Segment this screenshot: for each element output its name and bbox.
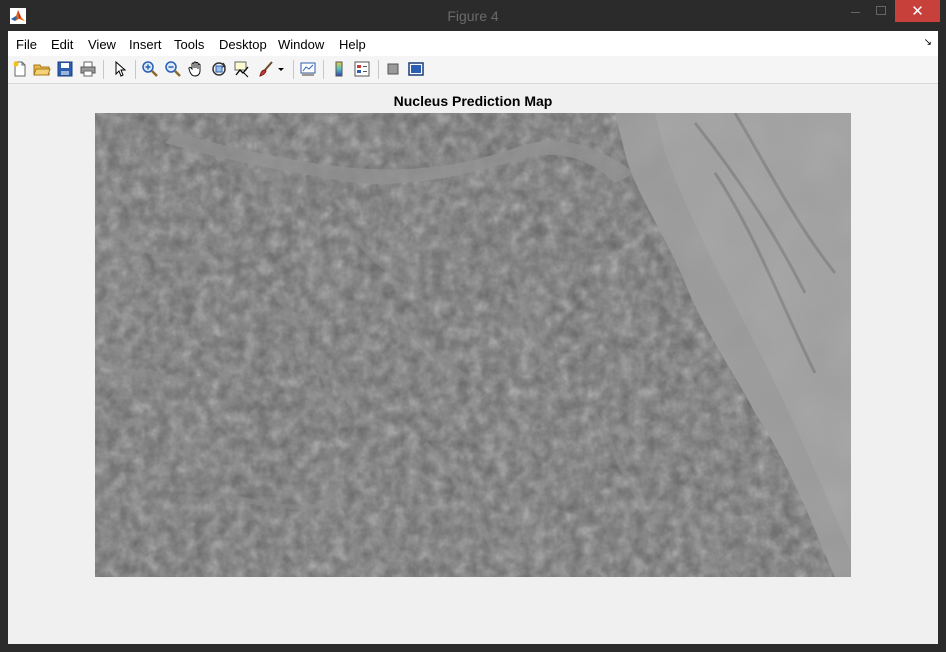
close-icon: ✕ [911, 2, 924, 20]
hand-pan-icon[interactable] [187, 60, 205, 78]
toolbar-separator [135, 60, 136, 79]
menu-help[interactable]: Help [339, 37, 366, 52]
window-title: Figure 4 [447, 8, 499, 24]
toolbar-separator [103, 60, 104, 79]
close-button[interactable]: ✕ [895, 0, 940, 22]
menu-view[interactable]: View [88, 37, 116, 52]
maximize-button[interactable] [868, 0, 894, 22]
menu-desktop[interactable]: Desktop [219, 37, 267, 52]
show-tools-icon[interactable] [407, 60, 425, 78]
nucleus-prediction-image[interactable] [95, 113, 851, 577]
figure-client-area: File Edit View Insert Tools Desktop Wind… [8, 31, 938, 644]
data-cursor-icon[interactable] [233, 60, 251, 78]
menu-insert[interactable]: Insert [129, 37, 162, 52]
zoom-out-icon[interactable] [164, 60, 182, 78]
folder-open-icon[interactable] [33, 60, 51, 78]
menu-file[interactable]: File [16, 37, 37, 52]
colorbar-icon[interactable] [330, 60, 348, 78]
title-bar[interactable]: Figure 4 ✕ [0, 0, 946, 31]
histology-image-graphic [95, 113, 851, 577]
chevron-down-icon[interactable] [276, 60, 286, 78]
zoom-in-icon[interactable] [141, 60, 159, 78]
printer-icon[interactable] [79, 60, 97, 78]
new-document-icon[interactable] [11, 60, 29, 78]
hide-tools-icon[interactable] [384, 60, 402, 78]
link-plot-icon[interactable] [299, 60, 317, 78]
toolbar-separator [293, 60, 294, 79]
menu-edit[interactable]: Edit [51, 37, 73, 52]
minimize-button[interactable] [842, 0, 868, 22]
menu-bar: File Edit View Insert Tools Desktop Wind… [8, 31, 938, 56]
brush-icon[interactable] [257, 60, 275, 78]
toolbar-separator [323, 60, 324, 79]
pointer-arrow-icon[interactable] [111, 60, 129, 78]
figure-toolbar [8, 56, 938, 84]
dock-arrow-icon[interactable]: ↘ [924, 37, 932, 48]
toolbar-separator [378, 60, 379, 79]
plot-title: Nucleus Prediction Map [393, 93, 553, 109]
legend-icon[interactable] [353, 60, 371, 78]
menu-tools[interactable]: Tools [174, 37, 204, 52]
save-disk-icon[interactable] [56, 60, 74, 78]
rotate-3d-icon[interactable] [210, 60, 228, 78]
figure-window: Figure 4 ✕ File Edit View Insert Tools D… [0, 0, 946, 652]
menu-window[interactable]: Window [278, 37, 324, 52]
